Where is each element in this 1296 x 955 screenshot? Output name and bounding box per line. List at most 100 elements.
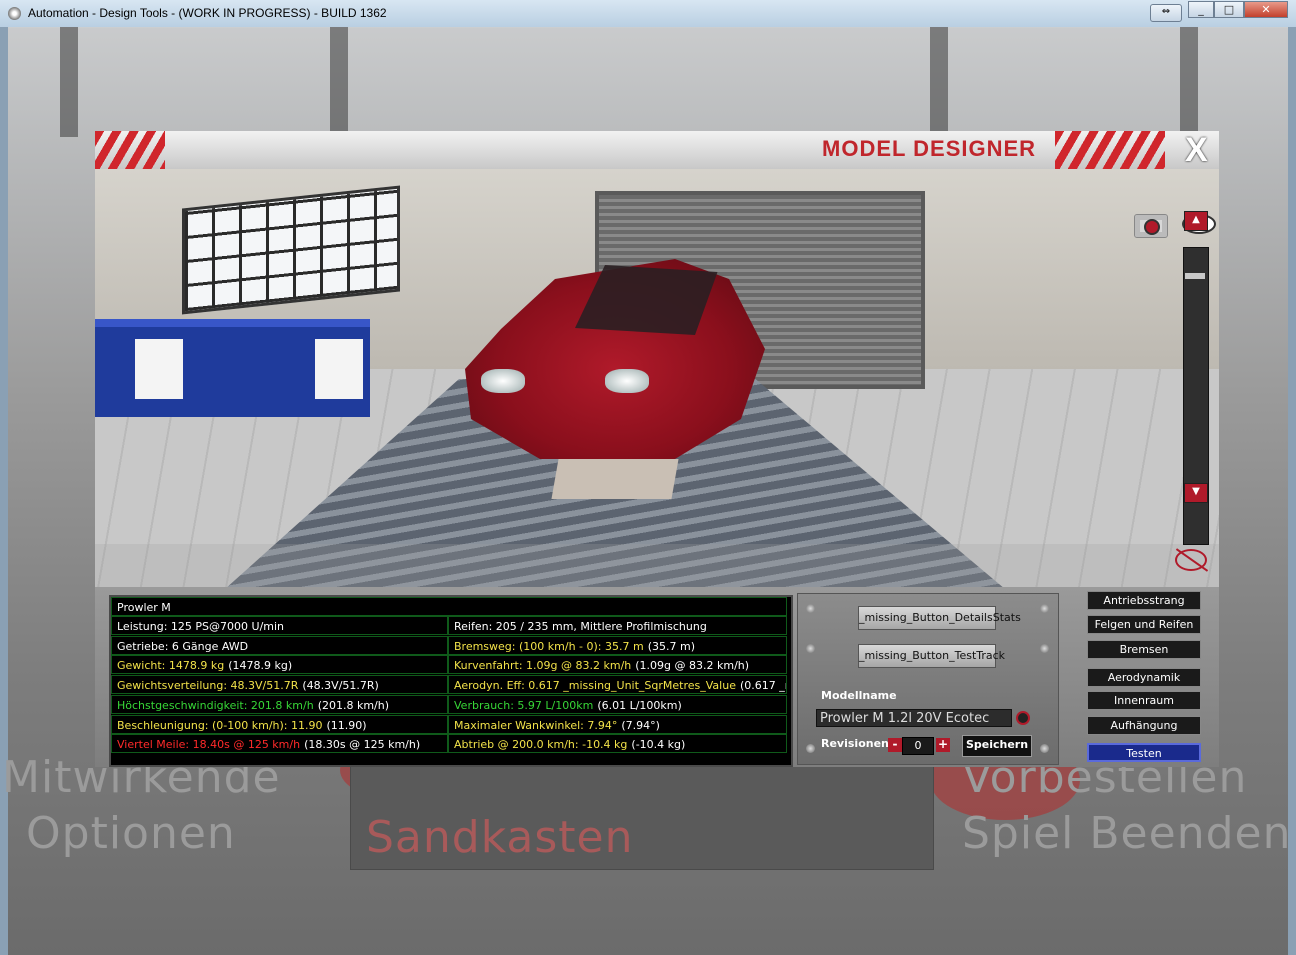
stats-right-value: Verbrauch: 5.97 L/100km <box>454 698 594 712</box>
car-model[interactable] <box>465 259 765 459</box>
details-stats-button[interactable]: _missing_Button_DetailsStats <box>858 606 1021 630</box>
menu-item-felgen-und-reifen[interactable]: Felgen und Reifen <box>1087 615 1201 634</box>
stats-left-cell: Leistung: 125 PS@7000 U/min <box>111 616 448 635</box>
workbench <box>95 319 370 417</box>
revision-value: 0 <box>902 737 934 755</box>
car-headlight <box>481 369 525 393</box>
header-stripes <box>95 131 165 169</box>
stats-left-cell: Gewichtsverteilung: 48.3V/51.7R (48.3V/51… <box>111 675 448 695</box>
rivet <box>806 644 815 653</box>
eye-off-icon[interactable] <box>1175 549 1207 571</box>
stats-right-value: Abtrieb @ 200.0 km/h: -10.4 kg <box>454 738 628 752</box>
test-track-button[interactable]: _missing_Button_TestTrack <box>858 644 1005 668</box>
revision-plus-button[interactable]: + <box>936 738 950 752</box>
stats-model-name: Prowler M <box>111 597 787 616</box>
stats-left-value: Viertel Meile: 18.40s @ 125 km/h <box>117 738 301 752</box>
cabinet-door <box>135 339 183 399</box>
ceiling-beam <box>930 27 948 137</box>
stats-left-value: Höchstgeschwindigkeit: 201.8 km/h <box>117 698 314 712</box>
stats-model-row: Prowler M <box>111 597 787 616</box>
category-menu: Antriebsstrang Felgen und Reifen Bremsen Ae… <box>1075 587 1219 767</box>
window-title: Automation - Design Tools - (WORK IN PRO… <box>28 6 387 20</box>
stats-left-cell: Getriebe: 6 Gänge AWD <box>111 635 448 655</box>
stats-right-cell: Verbrauch: 5.97 L/100km (6.01 L/100km) <box>448 694 787 714</box>
rivet <box>806 604 815 613</box>
camera-icon[interactable] <box>1134 214 1168 238</box>
stats-right-previous: (0.617 _missing_Unit_SqrMetres_Value) <box>739 679 786 693</box>
refresh-icon[interactable] <box>1016 711 1030 725</box>
zoom-slider-thumb[interactable] <box>1185 273 1205 279</box>
designer-title: MODEL DESIGNER <box>822 136 1037 161</box>
menu-item-bremsen[interactable]: Bremsen <box>1087 640 1201 659</box>
stats-left-previous: (1478.9 kg) <box>228 659 293 673</box>
stats-left-previous: (48.3V/51.7R) <box>302 679 379 693</box>
maximize-button[interactable]: □ <box>1214 1 1244 18</box>
stats-right-value: Bremsweg: (100 km/h - 0): 35.7 m <box>454 639 644 653</box>
stats-right-cell: Maximaler Wankwinkel: 7.94° (7.94°) <box>448 714 787 734</box>
zoom-up-arrow-icon[interactable]: ▲ <box>1184 211 1208 231</box>
stats-right-previous: (35.7 m) <box>647 639 695 653</box>
menu-sandbox[interactable]: Sandkasten <box>366 812 634 863</box>
car-3d-viewport[interactable]: ▲ ▼ <box>95 169 1219 587</box>
restore-window-icon[interactable]: ⇔ <box>1150 4 1182 22</box>
app-icon <box>8 7 21 20</box>
model-designer-window: MODEL DESIGNER X ▲ ▼ Prowler M Leistung:… <box>95 131 1219 767</box>
stats-right-previous: (1.09g @ 83.2 km/h) <box>635 659 750 673</box>
stats-right-cell: Aerodyn. Eff: 0.617 _missing_Unit_SqrMet… <box>448 675 787 695</box>
stats-row: Beschleunigung: (0-100 km/h): 11.90 (11.9… <box>111 714 787 734</box>
stats-left-cell: Höchstgeschwindigkeit: 201.8 km/h (201.8 … <box>111 694 448 714</box>
stats-row: Getriebe: 6 Gänge AWD Bremsweg: (100 km/h… <box>111 635 787 655</box>
designer-close-button[interactable]: X <box>1185 131 1208 170</box>
stats-left-value: Beschleunigung: (0-100 km/h): 11.90 <box>117 718 323 732</box>
zoom-down-arrow-icon[interactable]: ▼ <box>1184 483 1208 503</box>
menu-options[interactable]: Optionen <box>26 808 236 859</box>
stats-left-previous: (201.8 km/h) <box>317 698 390 712</box>
menu-quit-game[interactable]: Spiel Beenden <box>962 808 1291 859</box>
stats-right-cell: Kurvenfahrt: 1.09g @ 83.2 km/h (1.09g @ 8… <box>448 655 787 675</box>
stats-right-cell: Reifen: 205 / 235 mm, Mittlere Profilmis… <box>448 616 787 635</box>
stats-row: Viertel Meile: 18.40s @ 125 km/h (18.30s … <box>111 734 787 754</box>
menu-item-innenraum[interactable]: Innenraum <box>1087 691 1201 710</box>
stats-left-cell: Viertel Meile: 18.40s @ 125 km/h (18.30s … <box>111 734 448 754</box>
menu-item-aerodynamik[interactable]: Aerodynamik <box>1087 668 1201 687</box>
stats-left-value: Gewicht: 1478.9 kg <box>117 659 225 673</box>
action-panel: _missing_Button_DetailsStats _missing_Bu… <box>797 593 1059 765</box>
save-button[interactable]: Speichern <box>962 735 1032 757</box>
stats-left-cell: Beschleunigung: (0-100 km/h): 11.90 (11.9… <box>111 714 448 734</box>
stats-left-value: Getriebe: 6 Gänge AWD <box>117 639 249 653</box>
stats-left-value: Leistung: 125 PS@7000 U/min <box>117 620 285 633</box>
window-frame-left <box>0 27 8 955</box>
revisions-label: Revisionen <box>821 737 889 750</box>
stats-right-previous: (7.94°) <box>621 718 660 732</box>
stats-left-previous: (18.30s @ 125 km/h) <box>304 738 421 752</box>
ceiling-beam <box>330 27 348 137</box>
rivet <box>806 744 815 753</box>
stats-right-value: Reifen: 205 / 235 mm, Mittlere Profilmis… <box>454 620 707 633</box>
window-controls: _ □ ✕ <box>1188 1 1288 19</box>
stats-right-value: Kurvenfahrt: 1.09g @ 83.2 km/h <box>454 659 632 673</box>
menu-item-aufhängung[interactable]: Aufhängung <box>1087 716 1201 735</box>
stats-row: Gewichtsverteilung: 48.3V/51.7R (48.3V/51… <box>111 675 787 695</box>
stats-left-value: Gewichtsverteilung: 48.3V/51.7R <box>117 679 299 693</box>
designer-bottom-panel: Prowler M Leistung: 125 PS@7000 U/min Rei… <box>95 587 1219 767</box>
menu-item-antriebsstrang[interactable]: Antriebsstrang <box>1087 591 1201 610</box>
viewport-shade <box>95 544 1219 587</box>
stats-left-previous: (11.90) <box>326 718 367 732</box>
close-window-button[interactable]: ✕ <box>1244 1 1288 18</box>
header-stripes <box>1055 131 1165 169</box>
menu-item-testen[interactable]: Testen <box>1087 743 1201 762</box>
model-name-field[interactable]: Prowler M 1.2l 20V Ecotec <box>816 709 1012 727</box>
stats-table: Prowler M Leistung: 125 PS@7000 U/min Rei… <box>109 595 793 767</box>
stats-right-value: Aerodyn. Eff: 0.617 _missing_Unit_SqrMet… <box>454 679 736 693</box>
rivet <box>1040 644 1049 653</box>
car-headlight <box>605 369 649 393</box>
stats-right-cell: Bremsweg: (100 km/h - 0): 35.7 m (35.7 m) <box>448 635 787 655</box>
ceiling-beam <box>1180 27 1198 137</box>
cabinet-door <box>315 339 363 399</box>
minimize-button[interactable]: _ <box>1188 1 1214 18</box>
stats-row: Leistung: 125 PS@7000 U/min Reifen: 205 /… <box>111 616 787 635</box>
revision-minus-button[interactable]: - <box>888 738 902 752</box>
stats-left-cell: Gewicht: 1478.9 kg (1478.9 kg) <box>111 655 448 675</box>
rivet <box>1040 744 1049 753</box>
ceiling-beam <box>60 27 78 137</box>
